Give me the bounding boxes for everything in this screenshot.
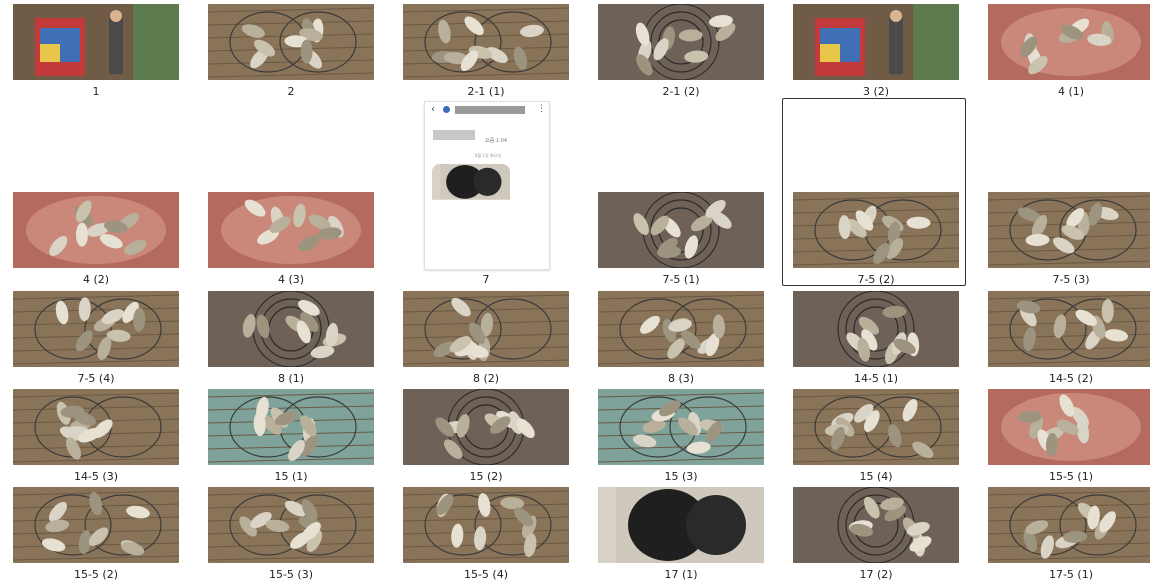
file-name: 15-5 (2) [73,568,119,581]
file-item[interactable]: 17 (1) [585,0,777,581]
file-item[interactable]: 17-5 (1) [975,0,1150,581]
file-item[interactable]: 15-5 (3) [195,0,387,581]
file-name: 15-5 (3) [268,568,314,581]
image-thumbnail[interactable] [988,487,1150,563]
image-thumbnail[interactable] [793,487,959,563]
file-name: 17 (2) [859,568,893,581]
image-thumbnail[interactable] [13,487,179,563]
image-thumbnail[interactable] [208,487,374,563]
image-thumbnail[interactable] [598,487,764,563]
file-item[interactable]: 15-5 (4) [390,0,582,581]
file-name: 17 (1) [664,568,698,581]
file-item[interactable]: 17 (2) [780,0,972,581]
image-thumbnail[interactable] [403,487,569,563]
file-name: 15-5 (4) [463,568,509,581]
file-name: 17-5 (1) [1048,568,1094,581]
file-item[interactable]: 15-5 (2) [0,0,192,581]
